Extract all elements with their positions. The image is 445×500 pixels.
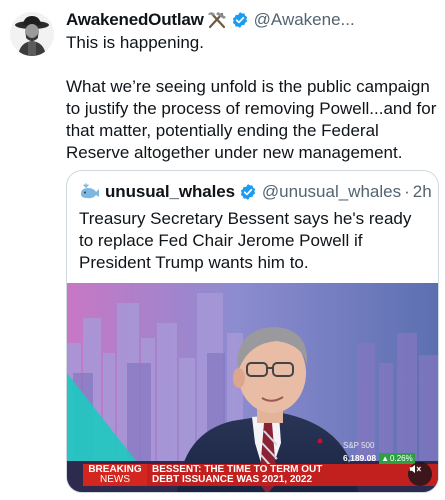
ticker-label: S&P 500 bbox=[343, 441, 375, 450]
breaking-line2: NEWS bbox=[100, 474, 130, 485]
up-arrow-icon: ▲ bbox=[381, 453, 390, 463]
author-handle[interactable]: @Awakene... bbox=[254, 10, 355, 30]
ticker-value-row: 6,189.08 ▲ 0.26% bbox=[343, 452, 415, 464]
headline-line2: DEBT ISSUANCE WAS 2021, 2022 bbox=[152, 474, 313, 485]
quoted-author-name[interactable]: unusual_whales bbox=[105, 182, 235, 202]
separator-dot: · bbox=[404, 182, 410, 201]
stock-ticker: S&P 500 6,189.08 ▲ 0.26% bbox=[337, 440, 419, 466]
whale-icon[interactable] bbox=[79, 181, 101, 203]
post-header: AwakenedOutlaw @Awakene... bbox=[66, 9, 439, 31]
verified-badge-icon bbox=[231, 11, 249, 29]
author-avatar[interactable] bbox=[10, 12, 54, 56]
quoted-author-handle[interactable]: @unusual_whales bbox=[262, 182, 401, 202]
verified-badge-icon bbox=[239, 183, 257, 201]
quoted-post-time[interactable]: 2h bbox=[413, 182, 432, 202]
hammer-and-pick-icon bbox=[207, 11, 227, 29]
tweet[interactable]: AwakenedOutlaw @Awakene... This is happe… bbox=[0, 0, 445, 500]
muted-speaker-icon[interactable] bbox=[408, 462, 432, 486]
quoted-post[interactable]: unusual_whales @unusual_whales · 2h Trea… bbox=[66, 170, 439, 493]
news-headline: BESSENT: THE TIME TO TERM OUT DEBT ISSUA… bbox=[147, 464, 438, 486]
quoted-post-header: unusual_whales @unusual_whales · 2h bbox=[79, 181, 432, 203]
ticker-value: 6,189.08 bbox=[343, 453, 377, 463]
news-lower-third: BREAKING NEWS BESSENT: THE TIME TO TERM … bbox=[67, 464, 438, 486]
quoted-post-text: Treasury Secretary Bessent says he's rea… bbox=[79, 209, 412, 272]
author-name[interactable]: AwakenedOutlaw bbox=[66, 10, 204, 30]
breaking-news-tag: BREAKING NEWS bbox=[83, 464, 147, 486]
post-text: This is happening. What we’re seeing unf… bbox=[66, 32, 438, 164]
post-text-line1: This is happening. bbox=[66, 33, 204, 52]
post-text-paragraph: What we’re seeing unfold is the public c… bbox=[66, 77, 437, 162]
video-thumbnail[interactable]: S&P 500 6,189.08 ▲ 0.26% BREAKING NEWS B… bbox=[67, 283, 438, 492]
